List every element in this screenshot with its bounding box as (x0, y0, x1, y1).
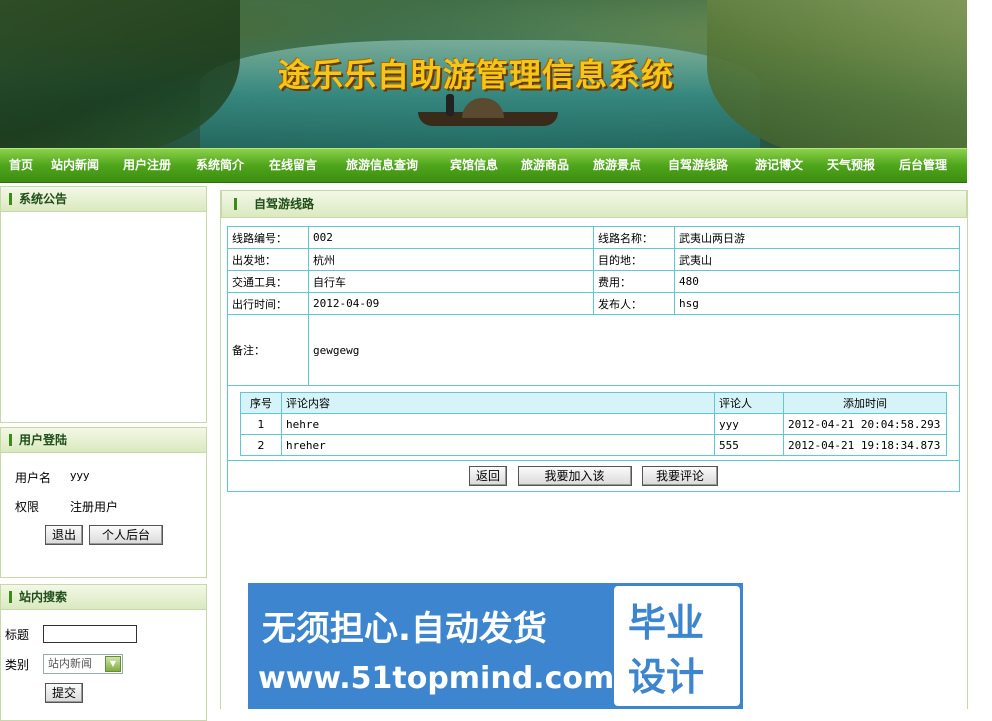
row-time: 2012-04-21 19:18:34.873 (783, 434, 947, 456)
comment-button[interactable]: 我要评论 (642, 466, 718, 486)
login-body: 用户名 yyy 权限 注册用户 退出 个人后台 (0, 453, 207, 578)
ad-box: 毕业 设计 (614, 586, 740, 706)
remark-value: gewgewg (308, 314, 960, 386)
row-time: 2012-04-21 20:04:58.293 (783, 413, 947, 435)
search-type-value: 站内新闻 (48, 657, 92, 670)
row-user: 555 (714, 434, 784, 456)
search-title-label: 标题 (5, 628, 30, 642)
date-value: 2012-04-09 (308, 292, 594, 315)
notice-title: 系统公告 (0, 186, 207, 212)
table-row: 2 hreher 555 2012-04-21 19:18:34.873 (240, 434, 947, 456)
nav-selfdrive[interactable]: 自驾游线路 (668, 149, 728, 182)
search-box: 站内搜索 标题 类别 站内新闻 ▼ 提交 (0, 584, 207, 721)
banner-hill-right (707, 0, 967, 148)
main-nav: 首页 站内新闻 用户注册 系统简介 在线留言 旅游信息查询 宾馆信息 旅游商品 … (0, 148, 967, 183)
ad-box-line1: 毕业 (628, 601, 705, 645)
nav-about[interactable]: 系统简介 (196, 149, 244, 182)
nav-news[interactable]: 站内新闻 (51, 149, 99, 182)
route-detail-table: 线路编号： 002 线路名称： 武夷山两日游 出发地： 杭州 目的地： 武夷山 … (227, 226, 960, 492)
remark-label: 备注： (227, 314, 309, 386)
search-body: 标题 类别 站内新闻 ▼ 提交 (0, 610, 207, 721)
login-box: 用户登陆 用户名 yyy 权限 注册用户 退出 个人后台 (0, 427, 207, 578)
row-no: 2 (240, 434, 282, 456)
row-content: hreher (281, 434, 715, 456)
publisher-label: 发布人： (593, 292, 675, 315)
username-value: yyy (70, 469, 90, 482)
search-title-input[interactable] (43, 625, 137, 643)
role-label: 权限 (15, 500, 40, 514)
nav-blog[interactable]: 游记博文 (755, 149, 803, 182)
row-content: hehre (281, 413, 715, 435)
ad-banner[interactable]: 无须担心.自动发货 www.51topmind.com 毕业 设计 (248, 583, 743, 709)
row-no: 1 (240, 413, 282, 435)
col-no: 序号 (240, 392, 282, 414)
comments-header-row: 序号 评论内容 评论人 添加时间 (240, 392, 947, 414)
route-no-label: 线路编号： (227, 226, 309, 249)
comments-table: 序号 评论内容 评论人 添加时间 1 hehre yyy 2012-04-21 … (240, 392, 947, 456)
nav-message[interactable]: 在线留言 (269, 149, 317, 182)
nav-weather[interactable]: 天气预报 (827, 149, 875, 182)
table-row: 1 hehre yyy 2012-04-21 20:04:58.293 (240, 413, 947, 435)
nav-scenic[interactable]: 旅游景点 (593, 149, 641, 182)
banner-boatman (446, 94, 454, 116)
route-name-label: 线路名称： (593, 226, 675, 249)
search-submit-button[interactable]: 提交 (45, 683, 84, 703)
col-time: 添加时间 (783, 392, 947, 414)
username-label: 用户名 (15, 471, 52, 485)
join-button[interactable]: 我要加入该 (517, 466, 632, 486)
ad-box-line2: 设计 (628, 655, 705, 699)
to-value: 武夷山 (674, 248, 960, 271)
date-label: 出行时间： (227, 292, 309, 315)
from-value: 杭州 (308, 248, 594, 271)
nav-hotel[interactable]: 宾馆信息 (450, 149, 498, 182)
vehicle-label: 交通工具： (227, 270, 309, 293)
col-content: 评论内容 (281, 392, 715, 414)
to-label: 目的地： (593, 248, 675, 271)
login-title: 用户登陆 (0, 427, 207, 453)
vehicle-value: 自行车 (308, 270, 594, 293)
logout-button[interactable]: 退出 (45, 525, 84, 545)
ad-line2: www.51topmind.com (258, 661, 615, 696)
search-title: 站内搜索 (0, 584, 207, 610)
header-banner: 途乐乐自助游管理信息系统 (0, 0, 967, 148)
notice-body (0, 212, 207, 423)
row-user: yyy (714, 413, 784, 435)
nav-home[interactable]: 首页 (9, 149, 33, 182)
comments-cell: 序号 评论内容 评论人 添加时间 1 hehre yyy 2012-04-21 … (227, 385, 960, 461)
role-value: 注册用户 (70, 500, 119, 514)
nav-admin[interactable]: 后台管理 (899, 149, 947, 182)
publisher-value: hsg (674, 292, 960, 315)
personal-backend-button[interactable]: 个人后台 (89, 525, 163, 545)
back-button[interactable]: 返回 (468, 466, 507, 486)
cost-value: 480 (674, 270, 960, 293)
route-name-value: 武夷山两日游 (674, 226, 960, 249)
from-label: 出发地： (227, 248, 309, 271)
chevron-down-icon[interactable]: ▼ (105, 656, 121, 672)
site-title: 途乐乐自助游管理信息系统 (278, 56, 675, 94)
actions-cell: 返回 我要加入该 我要评论 (227, 460, 960, 492)
col-user: 评论人 (714, 392, 784, 414)
detail-title: 自驾游线路 (221, 190, 967, 218)
search-type-select[interactable]: 站内新闻 ▼ (43, 654, 123, 674)
nav-register[interactable]: 用户注册 (123, 149, 171, 182)
nav-travel-query[interactable]: 旅游信息查询 (346, 149, 418, 182)
cost-label: 费用： (593, 270, 675, 293)
route-no-value: 002 (308, 226, 594, 249)
search-type-label: 类别 (5, 658, 30, 672)
ad-line1: 无须担心.自动发货 (262, 609, 547, 649)
notice-box: 系统公告 (0, 186, 207, 423)
nav-goods[interactable]: 旅游商品 (521, 149, 569, 182)
